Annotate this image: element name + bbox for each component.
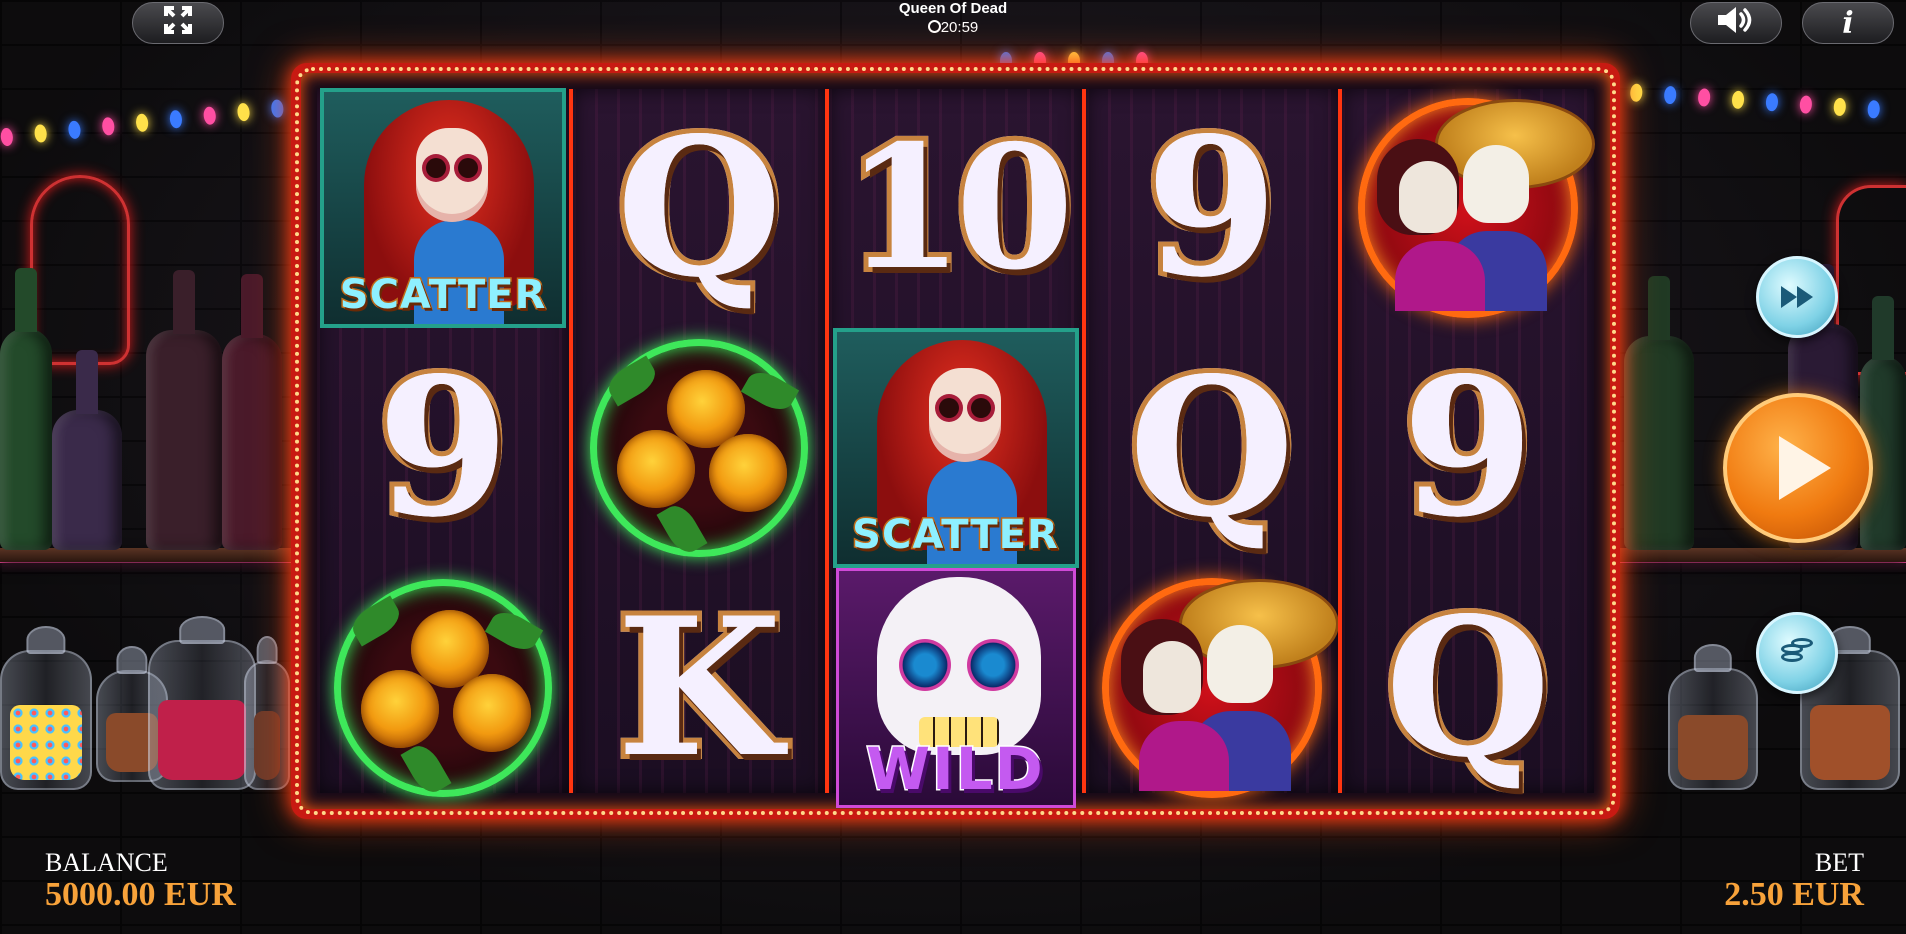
reel-1: SCATTER 9 <box>317 88 570 799</box>
scatter-face <box>416 128 489 222</box>
clock-time: 20:59 <box>940 19 979 36</box>
symbol-letter: Q <box>612 96 787 319</box>
symbol-nine: 9 <box>1086 89 1338 327</box>
reels-frame: SCATTER 9 Q K 10 SCATTER WILD 9 Q 9 Q <box>291 63 1620 819</box>
speaker-icon <box>1716 5 1756 42</box>
symbol-king: K <box>573 569 825 807</box>
info-button[interactable]: i <box>1802 2 1894 44</box>
scatter-eye <box>938 398 959 418</box>
leaf <box>656 499 708 559</box>
fast-forward-icon <box>1781 286 1813 308</box>
coin-stack-icon <box>1779 634 1815 672</box>
scatter-eye <box>458 158 479 178</box>
clock-icon <box>927 20 941 33</box>
scatter-eye <box>426 158 447 178</box>
marigold-bloom <box>617 430 696 508</box>
turbo-button[interactable] <box>1756 256 1838 338</box>
session-clock: 20:59 <box>0 18 1906 38</box>
play-icon <box>1779 436 1831 500</box>
marigold-bloom <box>453 674 532 752</box>
reel-4: 9 Q <box>1081 89 1339 798</box>
bottle <box>222 334 282 550</box>
couple-dress <box>1138 721 1229 791</box>
symbol-couple <box>1086 569 1339 807</box>
reel-3: 10 SCATTER WILD <box>825 89 1082 808</box>
scatter-tile: SCATTER <box>320 88 567 328</box>
skull-female <box>1142 641 1201 713</box>
balance-value: 5000.00 EUR <box>45 876 236 913</box>
reel-5: 9 Q <box>1337 89 1595 793</box>
balance-label: BALANCE <box>45 848 168 877</box>
game-title: Queen Of Dead <box>898 0 1008 17</box>
symbol-nine: 9 <box>317 329 569 567</box>
skeleton-couple-icon <box>1101 578 1339 798</box>
header-title-block: Queen Of Dead 20:59 <box>0 0 1906 38</box>
symbol-wild: WILD <box>829 568 1081 808</box>
marigold-bloom <box>361 670 440 748</box>
skull-male <box>1462 145 1529 223</box>
scatter-label: SCATTER <box>851 511 1060 560</box>
bet-settings-button[interactable] <box>1756 612 1838 694</box>
scatter-face <box>928 368 1001 462</box>
shelf-right <box>1620 548 1906 562</box>
candy-jar <box>244 660 290 790</box>
marigold-icon <box>334 579 553 799</box>
reel-2: Q K <box>569 89 826 793</box>
leaf <box>346 595 406 647</box>
skeleton-couple-icon <box>1357 98 1595 318</box>
symbol-nine: 9 <box>1342 329 1594 567</box>
skull-eye <box>898 639 951 691</box>
symbol-letter: 10 <box>840 108 1079 308</box>
spin-button[interactable] <box>1723 393 1873 543</box>
info-icon: i <box>1842 5 1854 41</box>
bourbon-bottle <box>52 410 122 550</box>
symbol-scatter: SCATTER <box>829 328 1081 568</box>
reels-grid: SCATTER 9 Q K 10 SCATTER WILD 9 Q 9 Q <box>317 88 1595 808</box>
skull-eye <box>966 639 1019 691</box>
leaf <box>484 605 544 657</box>
bottle <box>1624 336 1694 550</box>
scatter-label: SCATTER <box>338 271 547 320</box>
scatter-eye <box>970 398 991 418</box>
symbol-queen: Q <box>1086 329 1338 567</box>
leaf <box>603 355 662 407</box>
symbol-scatter: SCATTER <box>317 88 569 328</box>
bet-value[interactable]: 2.50 EUR <box>1724 876 1864 914</box>
symbol-couple <box>1342 89 1595 327</box>
sound-button[interactable] <box>1690 2 1782 44</box>
leaf <box>741 365 800 417</box>
wild-label: WILD <box>865 734 1045 805</box>
candy-jar <box>1668 668 1758 790</box>
symbol-letter: 9 <box>372 336 514 559</box>
champagne-bottle <box>146 330 222 550</box>
wild-sugar-skull-icon: WILD <box>835 568 1076 808</box>
leaf <box>400 739 452 799</box>
scatter-tile: SCATTER <box>832 328 1079 568</box>
skull-female <box>1398 161 1457 233</box>
couple-dress <box>1394 241 1485 311</box>
marigold-bloom <box>709 434 788 512</box>
symbol-letter: Q <box>1380 576 1555 799</box>
symbol-queen: Q <box>573 89 825 327</box>
symbol-ten: 10 <box>829 89 1081 327</box>
skull-male <box>1206 625 1273 703</box>
candy-jar <box>148 640 256 790</box>
symbol-letter: K <box>612 576 787 799</box>
symbol-letter: 9 <box>1397 336 1539 559</box>
marigold-icon <box>590 339 809 559</box>
shelf-left <box>0 548 291 562</box>
bottle <box>0 328 52 550</box>
symbol-marigold <box>573 329 825 567</box>
symbol-letter: 9 <box>1141 96 1283 319</box>
sugar-skull <box>876 577 1041 755</box>
symbol-queen: Q <box>1342 569 1594 807</box>
candy-jar <box>0 650 92 790</box>
symbol-letter: Q <box>1124 336 1299 559</box>
bet-label: BET <box>1814 848 1864 877</box>
symbol-marigold <box>317 569 569 807</box>
